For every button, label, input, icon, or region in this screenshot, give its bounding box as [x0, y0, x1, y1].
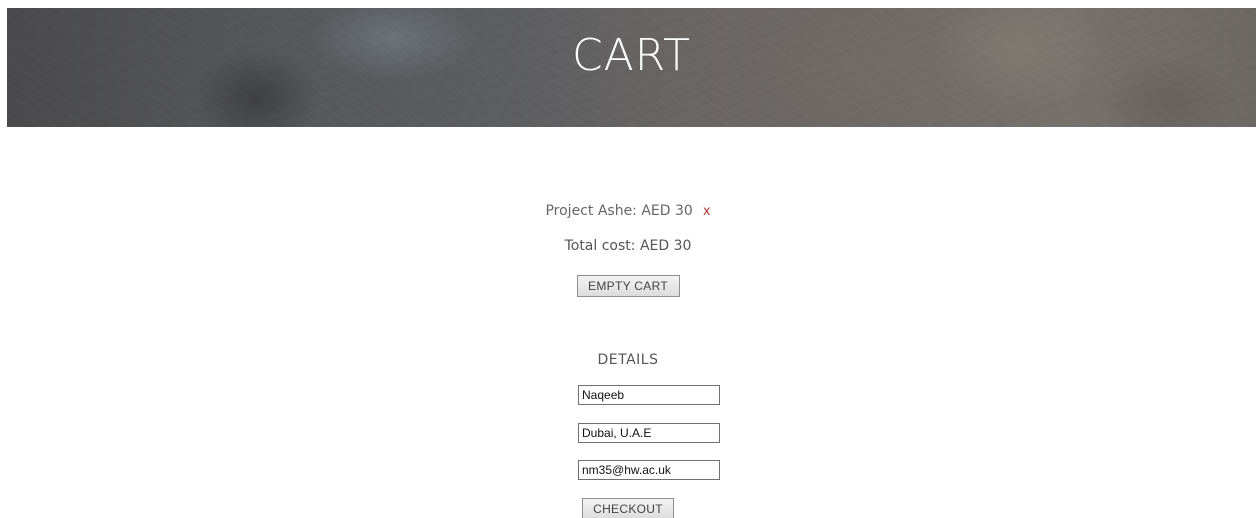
cart-item: Project Ashe: AED 30 x — [0, 201, 1256, 222]
cart-item-label: Project Ashe: AED 30 — [545, 203, 693, 219]
empty-cart-row: EMPTY CART — [0, 275, 1256, 297]
email-field[interactable] — [578, 460, 720, 480]
total-cost: Total cost: AED 30 — [564, 238, 692, 254]
name-field[interactable] — [578, 385, 720, 405]
cart-page: CART Project Ashe: AED 30 x Total cost: A… — [0, 0, 1256, 518]
details-heading: DETAILS — [597, 352, 659, 368]
checkout-row: CHECKOUT — [0, 498, 1256, 518]
address-field[interactable] — [578, 423, 720, 443]
page-title: CART — [571, 30, 692, 81]
hero-banner: CART — [7, 8, 1256, 127]
empty-cart-button[interactable]: EMPTY CART — [576, 275, 680, 297]
checkout-button[interactable]: CHECKOUT — [582, 498, 674, 518]
remove-item-button[interactable]: x — [703, 202, 711, 222]
